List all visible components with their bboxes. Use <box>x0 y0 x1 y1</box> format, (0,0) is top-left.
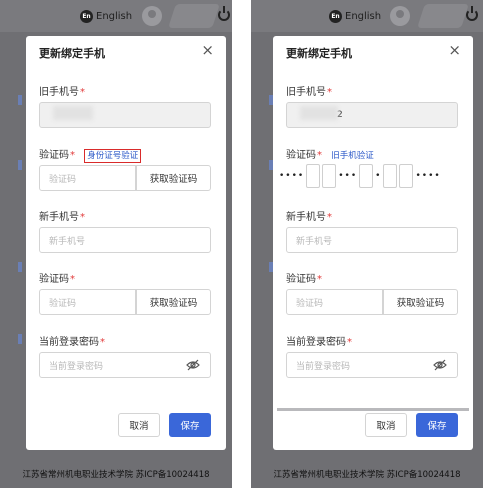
password-label: 当前登录密码* <box>286 337 352 348</box>
language-icon: En <box>329 9 342 23</box>
cancel-button[interactable]: 取消 <box>365 413 407 437</box>
get-new-code-button[interactable]: 获取验证码 <box>136 289 211 315</box>
save-button[interactable]: 保存 <box>416 413 458 437</box>
language-label: English <box>96 10 133 22</box>
old-phone-field: 2 <box>286 102 458 128</box>
password-input[interactable]: 当前登录密码 <box>39 352 211 378</box>
screenshot-panel-right: En English 更新绑定手机 × 旧手机号* 2 验证码* 旧手机验证 •… <box>251 0 483 488</box>
masked-phone-blur <box>53 106 93 120</box>
sidebar-marker <box>18 95 22 105</box>
otp-dots: ••• <box>338 171 358 181</box>
old-phone-field <box>39 102 211 128</box>
new-code-input[interactable]: 验证码 <box>286 289 383 315</box>
new-code-label: 验证码* <box>286 274 322 285</box>
screenshot-panel-left: En English 更新绑定手机 × 旧手机号* 验证码* 身份证号验证 验证… <box>0 0 232 488</box>
new-phone-label: 新手机号* <box>286 212 332 223</box>
otp-digit-box[interactable] <box>399 164 414 188</box>
old-phone-label: 旧手机号* <box>39 87 85 98</box>
dialog-title: 更新绑定手机 <box>286 47 352 60</box>
sidebar-marker <box>18 262 22 272</box>
update-phone-dialog: 更新绑定手机 × 旧手机号* 2 验证码* 旧手机验证 •••• ••• • •… <box>273 36 473 450</box>
sidebar-marker <box>18 160 22 170</box>
top-bar: En English <box>0 0 232 32</box>
footer-text: 江苏省常州机电职业技术学院 苏ICP备10024418 <box>22 470 210 480</box>
password-label: 当前登录密码* <box>39 337 105 348</box>
blurred-username <box>168 4 220 28</box>
code-label: 验证码* 身份证号验证 <box>39 146 142 163</box>
power-icon[interactable] <box>218 6 230 21</box>
close-icon[interactable]: × <box>201 43 214 58</box>
scroll-indicator <box>277 408 469 411</box>
new-phone-input[interactable]: 新手机号 <box>286 227 458 253</box>
get-code-button[interactable]: 获取验证码 <box>136 165 211 191</box>
close-icon[interactable]: × <box>448 43 461 58</box>
otp-digit-box[interactable] <box>322 164 337 188</box>
top-bar: En English <box>251 0 483 32</box>
panel-divider <box>237 0 245 488</box>
eye-off-icon[interactable] <box>186 359 200 371</box>
sidebar-marker <box>18 334 22 344</box>
code-label: 验证码* 旧手机验证 <box>286 150 374 161</box>
eye-off-icon[interactable] <box>433 359 447 371</box>
footer-text: 江苏省常州机电职业技术学院 苏ICP备10024418 <box>273 470 461 480</box>
blurred-username <box>417 4 469 28</box>
new-code-input[interactable]: 验证码 <box>39 289 136 315</box>
language-label: English <box>345 10 382 22</box>
otp-digit-box[interactable] <box>383 164 398 188</box>
new-code-label: 验证码* <box>39 274 75 285</box>
password-input[interactable]: 当前登录密码 <box>286 352 458 378</box>
dialog-title: 更新绑定手机 <box>39 47 105 60</box>
get-new-code-button[interactable]: 获取验证码 <box>383 289 458 315</box>
new-phone-label: 新手机号* <box>39 212 85 223</box>
avatar[interactable] <box>142 6 162 26</box>
save-button[interactable]: 保存 <box>169 413 211 437</box>
language-icon: En <box>80 9 93 23</box>
new-phone-input[interactable]: 新手机号 <box>39 227 211 253</box>
otp-dots: • <box>375 171 382 181</box>
language-switch[interactable]: En English <box>80 8 132 24</box>
language-switch[interactable]: En English <box>329 8 381 24</box>
cancel-button[interactable]: 取消 <box>118 413 160 437</box>
otp-digit-box[interactable] <box>359 164 374 188</box>
power-icon[interactable] <box>466 6 478 21</box>
code-input[interactable]: 验证码 <box>39 165 136 191</box>
update-phone-dialog: 更新绑定手机 × 旧手机号* 验证码* 身份证号验证 验证码 获取验证码 新手机… <box>26 36 226 450</box>
otp-input-group[interactable]: •••• ••• • •••• <box>279 164 441 188</box>
avatar[interactable] <box>390 6 410 26</box>
old-phone-verify-link[interactable]: 旧手机验证 <box>331 151 374 161</box>
old-phone-label: 旧手机号* <box>286 87 332 98</box>
otp-dots: •••• <box>279 171 305 181</box>
id-verify-link[interactable]: 身份证号验证 <box>84 149 142 163</box>
otp-dots: •••• <box>415 171 441 181</box>
otp-digit-box[interactable] <box>306 164 321 188</box>
masked-phone-blur <box>300 106 338 120</box>
